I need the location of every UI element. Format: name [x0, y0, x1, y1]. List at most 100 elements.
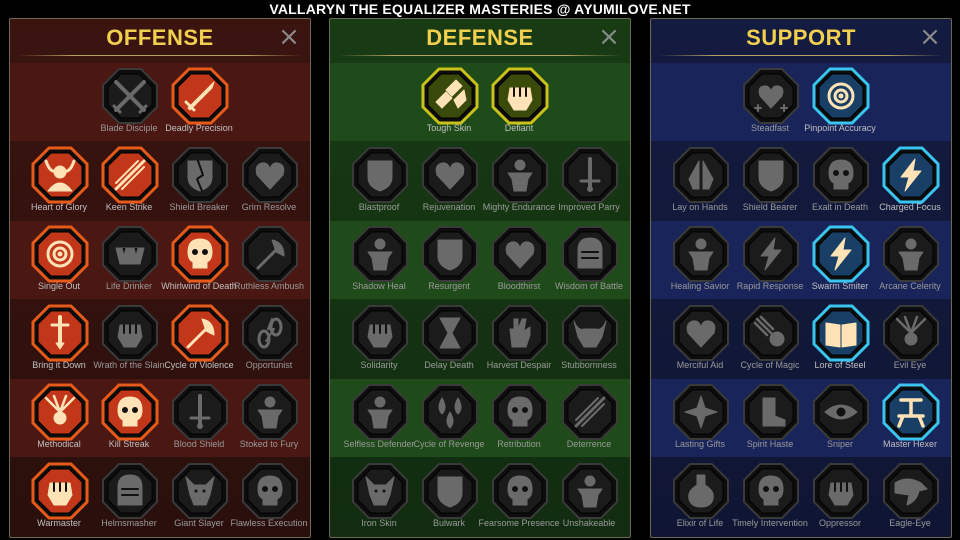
mastery-badge: [101, 462, 159, 520]
mastery-node[interactable]: Delay Death: [414, 304, 484, 382]
mastery-node[interactable]: Spirit Haste: [735, 383, 805, 461]
mastery-node[interactable]: Lore of Steel: [805, 304, 875, 382]
mastery-node[interactable]: Cycle of Magic: [735, 304, 805, 382]
mastery-node[interactable]: Retribution: [484, 383, 554, 461]
page-title: VALLARYN THE EQUALIZER MASTERIES @ AYUMI…: [269, 1, 691, 17]
mastery-badge: [351, 146, 409, 204]
mastery-node[interactable]: Mighty Endurance: [483, 146, 555, 224]
fist-icon: [507, 87, 533, 111]
mastery-badge: [882, 146, 940, 204]
mastery-node[interactable]: Keen Strike: [94, 146, 164, 224]
mastery-label: Opportunist: [245, 360, 293, 370]
mastery-node[interactable]: Single Out: [24, 225, 94, 303]
mastery-node[interactable]: Wrath of the Slain: [93, 304, 165, 382]
mastery-node[interactable]: Sniper: [805, 383, 875, 461]
mastery-badge: [742, 225, 800, 283]
mastery-label: Ruthless Ambush: [233, 281, 305, 291]
mastery-badge: [672, 225, 730, 283]
mastery-label: Defiant: [504, 123, 534, 133]
fist-icon: [828, 482, 854, 506]
mastery-node[interactable]: Giant Slayer: [164, 462, 234, 537]
mastery-node[interactable]: Rejuvenation: [414, 146, 484, 224]
helmet-icon: [577, 237, 603, 269]
mastery-node[interactable]: Warmaster: [24, 462, 94, 537]
mastery-node[interactable]: Helmsmasher: [94, 462, 164, 537]
close-icon[interactable]: ×: [598, 24, 620, 50]
mastery-node[interactable]: Opportunist: [234, 304, 304, 382]
close-icon[interactable]: ×: [278, 24, 300, 50]
mastery-node[interactable]: Blood Shield: [164, 383, 234, 461]
mastery-node[interactable]: Lay on Hands: [665, 146, 735, 224]
mastery-badge: [171, 146, 229, 204]
mastery-badge: [491, 462, 549, 520]
mastery-badge: [812, 304, 870, 362]
mastery-node[interactable]: Arcane Celerity: [875, 225, 945, 303]
mastery-node[interactable]: Swarm Smiter: [805, 225, 875, 303]
mastery-badge: [672, 304, 730, 362]
mastery-node[interactable]: Flawless Execution: [230, 462, 308, 537]
mastery-node[interactable]: Deadly Precision: [164, 67, 234, 145]
mastery-node[interactable]: Steadfast: [735, 67, 805, 145]
mastery-node[interactable]: Fearsome Presence: [478, 462, 560, 537]
mastery-label: Improved Parry: [558, 202, 620, 212]
mastery-node[interactable]: Heart of Glory: [24, 146, 94, 224]
mastery-node[interactable]: Bring it Down: [24, 304, 94, 382]
mastery-node[interactable]: Merciful Aid: [665, 304, 735, 382]
mastery-node[interactable]: Defiant: [484, 67, 554, 145]
mastery-node[interactable]: Selfless Defender: [343, 383, 415, 461]
mastery-badge: [421, 383, 479, 441]
mastery-badge: [351, 225, 409, 283]
mastery-node[interactable]: Evil Eye: [875, 304, 945, 382]
close-icon[interactable]: ×: [919, 24, 941, 50]
mastery-node[interactable]: Charged Focus: [875, 146, 945, 224]
mastery-node[interactable]: Rapid Response: [735, 225, 805, 303]
mastery-label: Stoked to Fury: [239, 439, 299, 449]
mastery-node[interactable]: Lasting Gifts: [665, 383, 735, 461]
mastery-node[interactable]: Life Drinker: [94, 225, 164, 303]
mastery-badge: [812, 67, 870, 125]
mastery-node[interactable]: Improved Parry: [554, 146, 624, 224]
mastery-node[interactable]: Harvest Despair: [484, 304, 554, 382]
mastery-node[interactable]: Kill Streak: [94, 383, 164, 461]
mastery-node[interactable]: Master Hexer: [875, 383, 945, 461]
mastery-node[interactable]: Solidarity: [344, 304, 414, 382]
mastery-node[interactable]: Blade Disciple: [94, 67, 164, 145]
mastery-node[interactable]: Whirlwind of Death: [161, 225, 237, 303]
mastery-node[interactable]: Cycle of Revenge: [413, 383, 485, 461]
mastery-node[interactable]: Resurgent: [414, 225, 484, 303]
mastery-node[interactable]: Healing Savior: [665, 225, 735, 303]
fist-icon: [47, 482, 73, 506]
mastery-badge: [491, 304, 549, 362]
mastery-node[interactable]: Bloodthirst: [484, 225, 554, 303]
mastery-node[interactable]: Unshakeable: [554, 462, 624, 537]
mastery-node[interactable]: Bulwark: [414, 462, 484, 537]
mastery-node[interactable]: Ruthless Ambush: [234, 225, 304, 303]
mastery-node[interactable]: Tough Skin: [414, 67, 484, 145]
mastery-node[interactable]: Shield Bearer: [735, 146, 805, 224]
mastery-node[interactable]: Shield Breaker: [164, 146, 234, 224]
mastery-badge: [882, 462, 940, 520]
mastery-node[interactable]: Stubbornness: [554, 304, 624, 382]
mastery-node[interactable]: Cycle of Violence: [164, 304, 234, 382]
mastery-node[interactable]: Iron Skin: [344, 462, 414, 537]
mastery-badge: [241, 225, 299, 283]
mastery-node[interactable]: Shadow Heal: [344, 225, 414, 303]
mastery-badge: [742, 383, 800, 441]
mastery-badge: [561, 146, 619, 204]
mastery-node[interactable]: Blastproof: [344, 146, 414, 224]
mastery-node[interactable]: Oppressor: [805, 462, 875, 537]
mastery-node[interactable]: Elixir of Life: [665, 462, 735, 537]
mastery-node[interactable]: Timely Intervention: [732, 462, 808, 537]
mastery-node[interactable]: Grim Resolve: [234, 146, 304, 224]
mastery-label: Wisdom of Battle: [554, 281, 624, 291]
mastery-node[interactable]: Eagle-Eye: [875, 462, 945, 537]
mastery-node[interactable]: Pinpoint Accuracy: [804, 67, 876, 145]
mastery-node[interactable]: Stoked to Fury: [234, 383, 304, 461]
mastery-node[interactable]: Methodical: [24, 383, 94, 461]
mastery-node[interactable]: Exalt in Death: [805, 146, 875, 224]
support-panel: SUPPORT × Steadfast Pinpoint Accuracy Lay …: [650, 18, 952, 538]
mastery-badge: [742, 462, 800, 520]
mastery-node[interactable]: Wisdom of Battle: [554, 225, 624, 303]
mastery-node[interactable]: Deterrence: [554, 383, 624, 461]
mastery-badge: [101, 304, 159, 362]
